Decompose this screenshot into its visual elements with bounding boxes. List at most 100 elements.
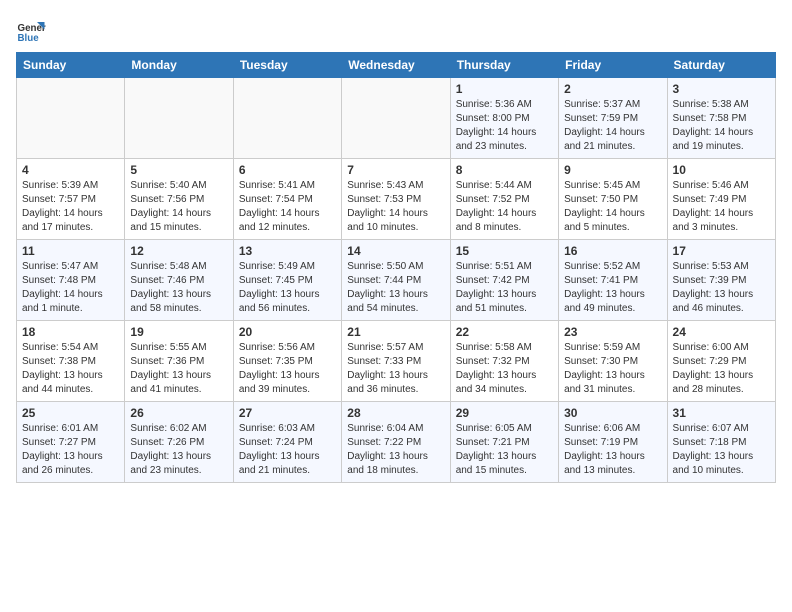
calendar-cell: 4 Sunrise: 5:39 AMSunset: 7:57 PMDaylight…	[17, 159, 125, 240]
cell-content: Sunrise: 5:44 AMSunset: 7:52 PMDaylight:…	[456, 179, 553, 235]
calendar-cell: 27 Sunrise: 6:03 AMSunset: 7:24 PMDayligh…	[233, 402, 341, 483]
day-number: 2	[564, 82, 661, 96]
header-day: Tuesday	[233, 53, 341, 78]
calendar-cell: 23Sunrise: 5:59 AMSunset: 7:30 PMDayligh…	[559, 321, 667, 402]
calendar-cell: 17Sunrise: 5:53 AMSunset: 7:39 PMDayligh…	[667, 240, 775, 321]
cell-content: Sunrise: 5:51 AMSunset: 7:42 PMDaylight:…	[456, 260, 553, 316]
cell-content: Sunrise: 6:03 AMSunset: 7:24 PMDaylight:…	[239, 422, 336, 478]
day-number: 8	[456, 163, 553, 177]
day-number: 6	[239, 163, 336, 177]
calendar-cell: 31Sunrise: 6:07 AMSunset: 7:18 PMDayligh…	[667, 402, 775, 483]
day-number: 13	[239, 244, 336, 258]
day-number: 30	[564, 406, 661, 420]
day-number: 11	[22, 244, 119, 258]
calendar-cell: 3Sunrise: 5:38 AMSunset: 7:58 PMDaylight…	[667, 78, 775, 159]
calendar-header: SundayMondayTuesdayWednesdayThursdayFrid…	[17, 53, 776, 78]
calendar-cell	[342, 78, 450, 159]
cell-content: Sunrise: 5:57 AMSunset: 7:33 PMDaylight:…	[347, 341, 444, 397]
calendar-cell: 8 Sunrise: 5:44 AMSunset: 7:52 PMDaylight…	[450, 159, 558, 240]
header-day: Wednesday	[342, 53, 450, 78]
day-number: 14	[347, 244, 444, 258]
day-number: 4	[22, 163, 119, 177]
calendar-cell: 2 Sunrise: 5:37 AMSunset: 7:59 PMDaylight…	[559, 78, 667, 159]
header-day: Friday	[559, 53, 667, 78]
cell-content: Sunrise: 6:01 AMSunset: 7:27 PMDaylight:…	[22, 422, 119, 478]
cell-content: Sunrise: 5:46 AMSunset: 7:49 PMDaylight:…	[673, 179, 770, 235]
cell-content: Sunrise: 5:40 AMSunset: 7:56 PMDaylight:…	[130, 179, 227, 235]
calendar-cell: 15 Sunrise: 5:51 AMSunset: 7:42 PMDayligh…	[450, 240, 558, 321]
cell-content: Sunrise: 5:48 AMSunset: 7:46 PMDaylight:…	[130, 260, 227, 316]
day-number: 5	[130, 163, 227, 177]
svg-text:Blue: Blue	[18, 33, 40, 44]
cell-content: Sunrise: 6:00 AMSunset: 7:29 PMDaylight:…	[673, 341, 770, 397]
calendar-cell: 14 Sunrise: 5:50 AMSunset: 7:44 PMDayligh…	[342, 240, 450, 321]
day-number: 7	[347, 163, 444, 177]
cell-content: Sunrise: 5:39 AMSunset: 7:57 PMDaylight:…	[22, 179, 119, 235]
cell-content: Sunrise: 5:36 AMSunset: 8:00 PMDaylight:…	[456, 98, 553, 154]
calendar-cell	[233, 78, 341, 159]
day-number: 24	[673, 325, 770, 339]
calendar-cell	[125, 78, 233, 159]
calendar-cell: 6 Sunrise: 5:41 AMSunset: 7:54 PMDaylight…	[233, 159, 341, 240]
cell-content: Sunrise: 5:58 AMSunset: 7:32 PMDaylight:…	[456, 341, 553, 397]
calendar-table: SundayMondayTuesdayWednesdayThursdayFrid…	[16, 52, 776, 483]
logo: General Blue	[16, 16, 46, 46]
header-day: Sunday	[17, 53, 125, 78]
cell-content: Sunrise: 5:41 AMSunset: 7:54 PMDaylight:…	[239, 179, 336, 235]
cell-content: Sunrise: 6:02 AMSunset: 7:26 PMDaylight:…	[130, 422, 227, 478]
cell-content: Sunrise: 5:49 AMSunset: 7:45 PMDaylight:…	[239, 260, 336, 316]
day-number: 17	[673, 244, 770, 258]
day-number: 28	[347, 406, 444, 420]
calendar-cell: 7Sunrise: 5:43 AMSunset: 7:53 PMDaylight…	[342, 159, 450, 240]
calendar-week: 11 Sunrise: 5:47 AMSunset: 7:48 PMDayligh…	[17, 240, 776, 321]
calendar-cell: 22 Sunrise: 5:58 AMSunset: 7:32 PMDayligh…	[450, 321, 558, 402]
day-number: 15	[456, 244, 553, 258]
cell-content: Sunrise: 5:37 AMSunset: 7:59 PMDaylight:…	[564, 98, 661, 154]
day-number: 26	[130, 406, 227, 420]
calendar-cell: 20 Sunrise: 5:56 AMSunset: 7:35 PMDayligh…	[233, 321, 341, 402]
calendar-week: 4 Sunrise: 5:39 AMSunset: 7:57 PMDaylight…	[17, 159, 776, 240]
calendar-cell: 13 Sunrise: 5:49 AMSunset: 7:45 PMDayligh…	[233, 240, 341, 321]
day-number: 19	[130, 325, 227, 339]
calendar-cell: 26 Sunrise: 6:02 AMSunset: 7:26 PMDayligh…	[125, 402, 233, 483]
calendar-week: 18 Sunrise: 5:54 AMSunset: 7:38 PMDayligh…	[17, 321, 776, 402]
calendar-cell: 18 Sunrise: 5:54 AMSunset: 7:38 PMDayligh…	[17, 321, 125, 402]
calendar-cell: 9Sunrise: 5:45 AMSunset: 7:50 PMDaylight…	[559, 159, 667, 240]
calendar-cell: 24 Sunrise: 6:00 AMSunset: 7:29 PMDayligh…	[667, 321, 775, 402]
calendar-cell: 1 Sunrise: 5:36 AMSunset: 8:00 PMDaylight…	[450, 78, 558, 159]
cell-content: Sunrise: 5:55 AMSunset: 7:36 PMDaylight:…	[130, 341, 227, 397]
header-day: Thursday	[450, 53, 558, 78]
day-number: 16	[564, 244, 661, 258]
cell-content: Sunrise: 5:45 AMSunset: 7:50 PMDaylight:…	[564, 179, 661, 235]
calendar-body: 1 Sunrise: 5:36 AMSunset: 8:00 PMDaylight…	[17, 78, 776, 483]
calendar-cell: 11 Sunrise: 5:47 AMSunset: 7:48 PMDayligh…	[17, 240, 125, 321]
cell-content: Sunrise: 5:56 AMSunset: 7:35 PMDaylight:…	[239, 341, 336, 397]
calendar-cell: 28Sunrise: 6:04 AMSunset: 7:22 PMDayligh…	[342, 402, 450, 483]
calendar-cell	[17, 78, 125, 159]
day-number: 22	[456, 325, 553, 339]
day-number: 12	[130, 244, 227, 258]
cell-content: Sunrise: 6:07 AMSunset: 7:18 PMDaylight:…	[673, 422, 770, 478]
page-header: General Blue	[16, 16, 776, 46]
calendar-cell: 16Sunrise: 5:52 AMSunset: 7:41 PMDayligh…	[559, 240, 667, 321]
calendar-cell: 21 Sunrise: 5:57 AMSunset: 7:33 PMDayligh…	[342, 321, 450, 402]
day-number: 1	[456, 82, 553, 96]
day-number: 29	[456, 406, 553, 420]
day-number: 18	[22, 325, 119, 339]
calendar-week: 25Sunrise: 6:01 AMSunset: 7:27 PMDayligh…	[17, 402, 776, 483]
calendar-cell: 10 Sunrise: 5:46 AMSunset: 7:49 PMDayligh…	[667, 159, 775, 240]
calendar-cell: 29 Sunrise: 6:05 AMSunset: 7:21 PMDayligh…	[450, 402, 558, 483]
logo-icon: General Blue	[16, 16, 46, 46]
day-number: 27	[239, 406, 336, 420]
cell-content: Sunrise: 5:59 AMSunset: 7:30 PMDaylight:…	[564, 341, 661, 397]
day-number: 21	[347, 325, 444, 339]
calendar-cell: 25Sunrise: 6:01 AMSunset: 7:27 PMDayligh…	[17, 402, 125, 483]
cell-content: Sunrise: 6:05 AMSunset: 7:21 PMDaylight:…	[456, 422, 553, 478]
day-number: 10	[673, 163, 770, 177]
cell-content: Sunrise: 5:47 AMSunset: 7:48 PMDaylight:…	[22, 260, 119, 316]
day-number: 20	[239, 325, 336, 339]
cell-content: Sunrise: 5:54 AMSunset: 7:38 PMDaylight:…	[22, 341, 119, 397]
header-day: Saturday	[667, 53, 775, 78]
cell-content: Sunrise: 5:50 AMSunset: 7:44 PMDaylight:…	[347, 260, 444, 316]
calendar-cell: 30Sunrise: 6:06 AMSunset: 7:19 PMDayligh…	[559, 402, 667, 483]
